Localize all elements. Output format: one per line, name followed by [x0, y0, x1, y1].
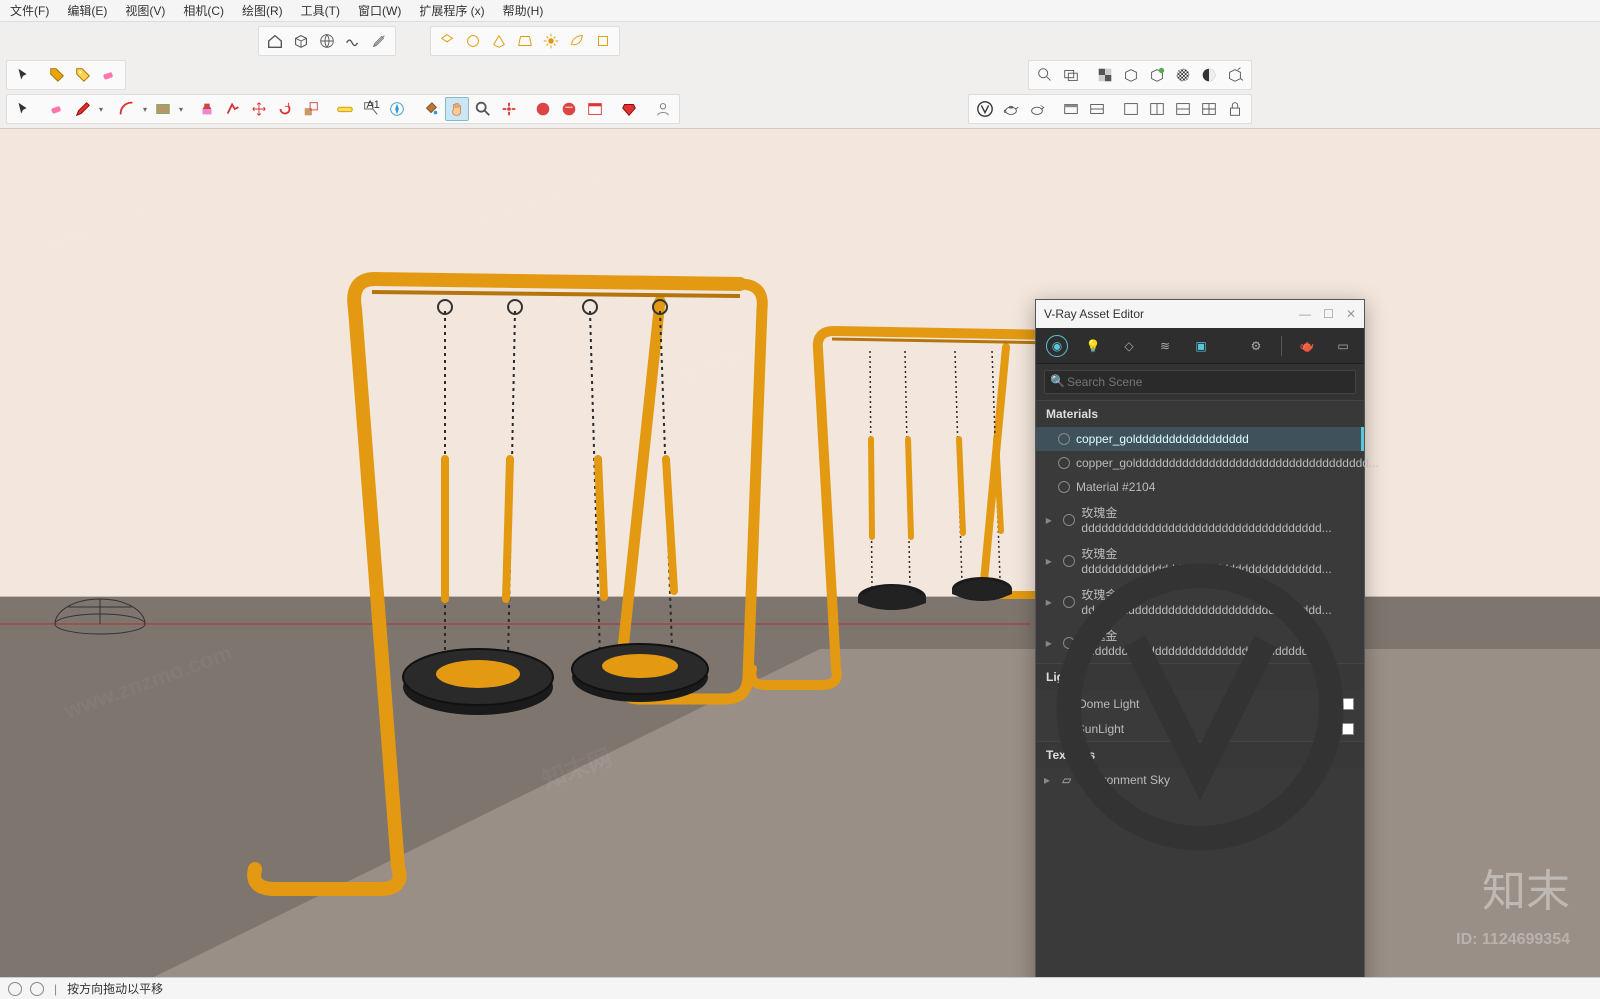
menu-help[interactable]: 帮助(H) — [499, 0, 548, 21]
viewport-3d[interactable]: www.znzmo.com 知末网 www.znzmo.com www.znzm… — [0, 129, 1600, 979]
move-4-icon[interactable] — [247, 97, 271, 121]
wire-persp-icon[interactable] — [513, 29, 537, 53]
leaf-icon[interactable] — [565, 29, 589, 53]
bucket-icon[interactable] — [419, 97, 443, 121]
window-3-icon[interactable] — [1171, 97, 1195, 121]
cube-small-icon[interactable] — [591, 29, 615, 53]
sphere-half-icon[interactable] — [1197, 63, 1221, 87]
menu-tools[interactable]: 工具(T) — [297, 0, 344, 21]
cube-icon[interactable] — [289, 29, 313, 53]
zoom-icon[interactable] — [471, 97, 495, 121]
label-a-icon[interactable]: A1 — [359, 97, 383, 121]
wave-icon[interactable] — [341, 29, 365, 53]
menu-window[interactable]: 窗口(W) — [354, 0, 405, 21]
hand-icon[interactable] — [445, 97, 469, 121]
pointer-icon[interactable] — [11, 97, 35, 121]
globe-red-icon[interactable] — [531, 97, 555, 121]
select-toolbar — [6, 60, 126, 90]
search-tag-icon[interactable] — [71, 63, 95, 87]
quill-icon[interactable] — [367, 29, 391, 53]
vray-search-input[interactable] — [1044, 370, 1356, 394]
menu-edit[interactable]: 编辑(E) — [63, 0, 111, 21]
status-indicator-icon[interactable] — [8, 982, 22, 996]
move-red-icon[interactable] — [221, 97, 245, 121]
select-plus-icon[interactable] — [1033, 63, 1057, 87]
calendar-icon[interactable] — [583, 97, 607, 121]
lock-icon[interactable] — [1223, 97, 1247, 121]
house-icon[interactable] — [263, 29, 287, 53]
view-preset-toolbar — [430, 26, 620, 56]
toolbar-row-3: ▾ ▾ ▾ A1 — [6, 92, 1594, 126]
wire-side-icon[interactable] — [461, 29, 485, 53]
menu-file[interactable]: 文件(F) — [6, 0, 53, 21]
status-bar: | 按方向拖动以平移 — [0, 977, 1600, 999]
teapot-stack-icon[interactable] — [1025, 97, 1049, 121]
zoom-extents-icon[interactable] — [497, 97, 521, 121]
vray-toolbar — [968, 94, 1252, 124]
teapot-icon[interactable] — [999, 97, 1023, 121]
menu-ext[interactable]: 扩展程序 (x) — [415, 0, 488, 21]
tag-icon[interactable] — [45, 63, 69, 87]
pushpull-icon[interactable] — [195, 97, 219, 121]
menu-view[interactable]: 视图(V) — [121, 0, 169, 21]
main-toolbar: ▾ ▾ ▾ A1 — [6, 94, 680, 124]
scale-icon[interactable] — [299, 97, 323, 121]
cube-add-icon[interactable] — [1145, 63, 1169, 87]
toolbar-row-1 — [6, 24, 1594, 58]
status-indicator-icon[interactable] — [30, 982, 44, 996]
menu-camera[interactable]: 相机(C) — [179, 0, 228, 21]
vray-logo-icon — [1036, 300, 1364, 979]
gem-icon[interactable] — [617, 97, 641, 121]
sphere-checker-icon[interactable] — [1171, 63, 1195, 87]
pointer-icon[interactable] — [11, 63, 35, 87]
globe-red2-icon[interactable] — [557, 97, 581, 121]
vray-titlebar[interactable]: V-Ray Asset Editor — ☐ ✕ — [1036, 300, 1364, 328]
toolbar-area: ▾ ▾ ▾ A1 — [0, 22, 1600, 129]
rotate-icon[interactable] — [273, 97, 297, 121]
eraser-icon[interactable] — [97, 63, 121, 87]
sun-dot-icon[interactable] — [539, 29, 563, 53]
dropdown-icon[interactable]: ▾ — [141, 105, 149, 114]
window-2-icon[interactable] — [1145, 97, 1169, 121]
status-hint: 按方向拖动以平移 — [67, 980, 163, 997]
arc-icon[interactable] — [115, 97, 139, 121]
vray-search: 🔍 — [1036, 364, 1364, 400]
render-a-icon[interactable] — [1059, 97, 1083, 121]
dropdown-icon[interactable]: ▾ — [97, 105, 105, 114]
select-rect-icon[interactable] — [1059, 63, 1083, 87]
rect-grad-icon[interactable] — [151, 97, 175, 121]
dropdown-icon[interactable]: ▾ — [177, 105, 185, 114]
pencil-red-icon[interactable] — [71, 97, 95, 121]
toolbar-row-2 — [6, 58, 1594, 92]
render-b-icon[interactable] — [1085, 97, 1109, 121]
cube-out-icon[interactable] — [1223, 63, 1247, 87]
globe-lines-icon[interactable] — [315, 29, 339, 53]
wire-top-icon[interactable] — [435, 29, 459, 53]
display-mode-toolbar — [1028, 60, 1252, 90]
menu-draw[interactable]: 绘图(R) — [238, 0, 287, 21]
window-4-icon[interactable] — [1197, 97, 1221, 121]
status-sep: | — [54, 982, 57, 996]
eraser-pink-icon[interactable] — [45, 97, 69, 121]
vray-logo-icon[interactable] — [973, 97, 997, 121]
vray-asset-editor[interactable]: V-Ray Asset Editor — ☐ ✕ ◉ 💡 ◇ ≋ ▣ ⚙ 🫖 ▭… — [1035, 299, 1365, 979]
checker-icon[interactable] — [1093, 63, 1117, 87]
menu-bar: 文件(F) 编辑(E) 视图(V) 相机(C) 绘图(R) 工具(T) 窗口(W… — [0, 0, 1600, 22]
tape-icon[interactable] — [333, 97, 357, 121]
compass-icon[interactable] — [385, 97, 409, 121]
style-toolbar — [258, 26, 396, 56]
search-icon: 🔍 — [1050, 374, 1065, 388]
window-1-icon[interactable] — [1119, 97, 1143, 121]
avatar-icon[interactable] — [651, 97, 675, 121]
wire-iso-icon[interactable] — [487, 29, 511, 53]
cube-wire-icon[interactable] — [1119, 63, 1143, 87]
